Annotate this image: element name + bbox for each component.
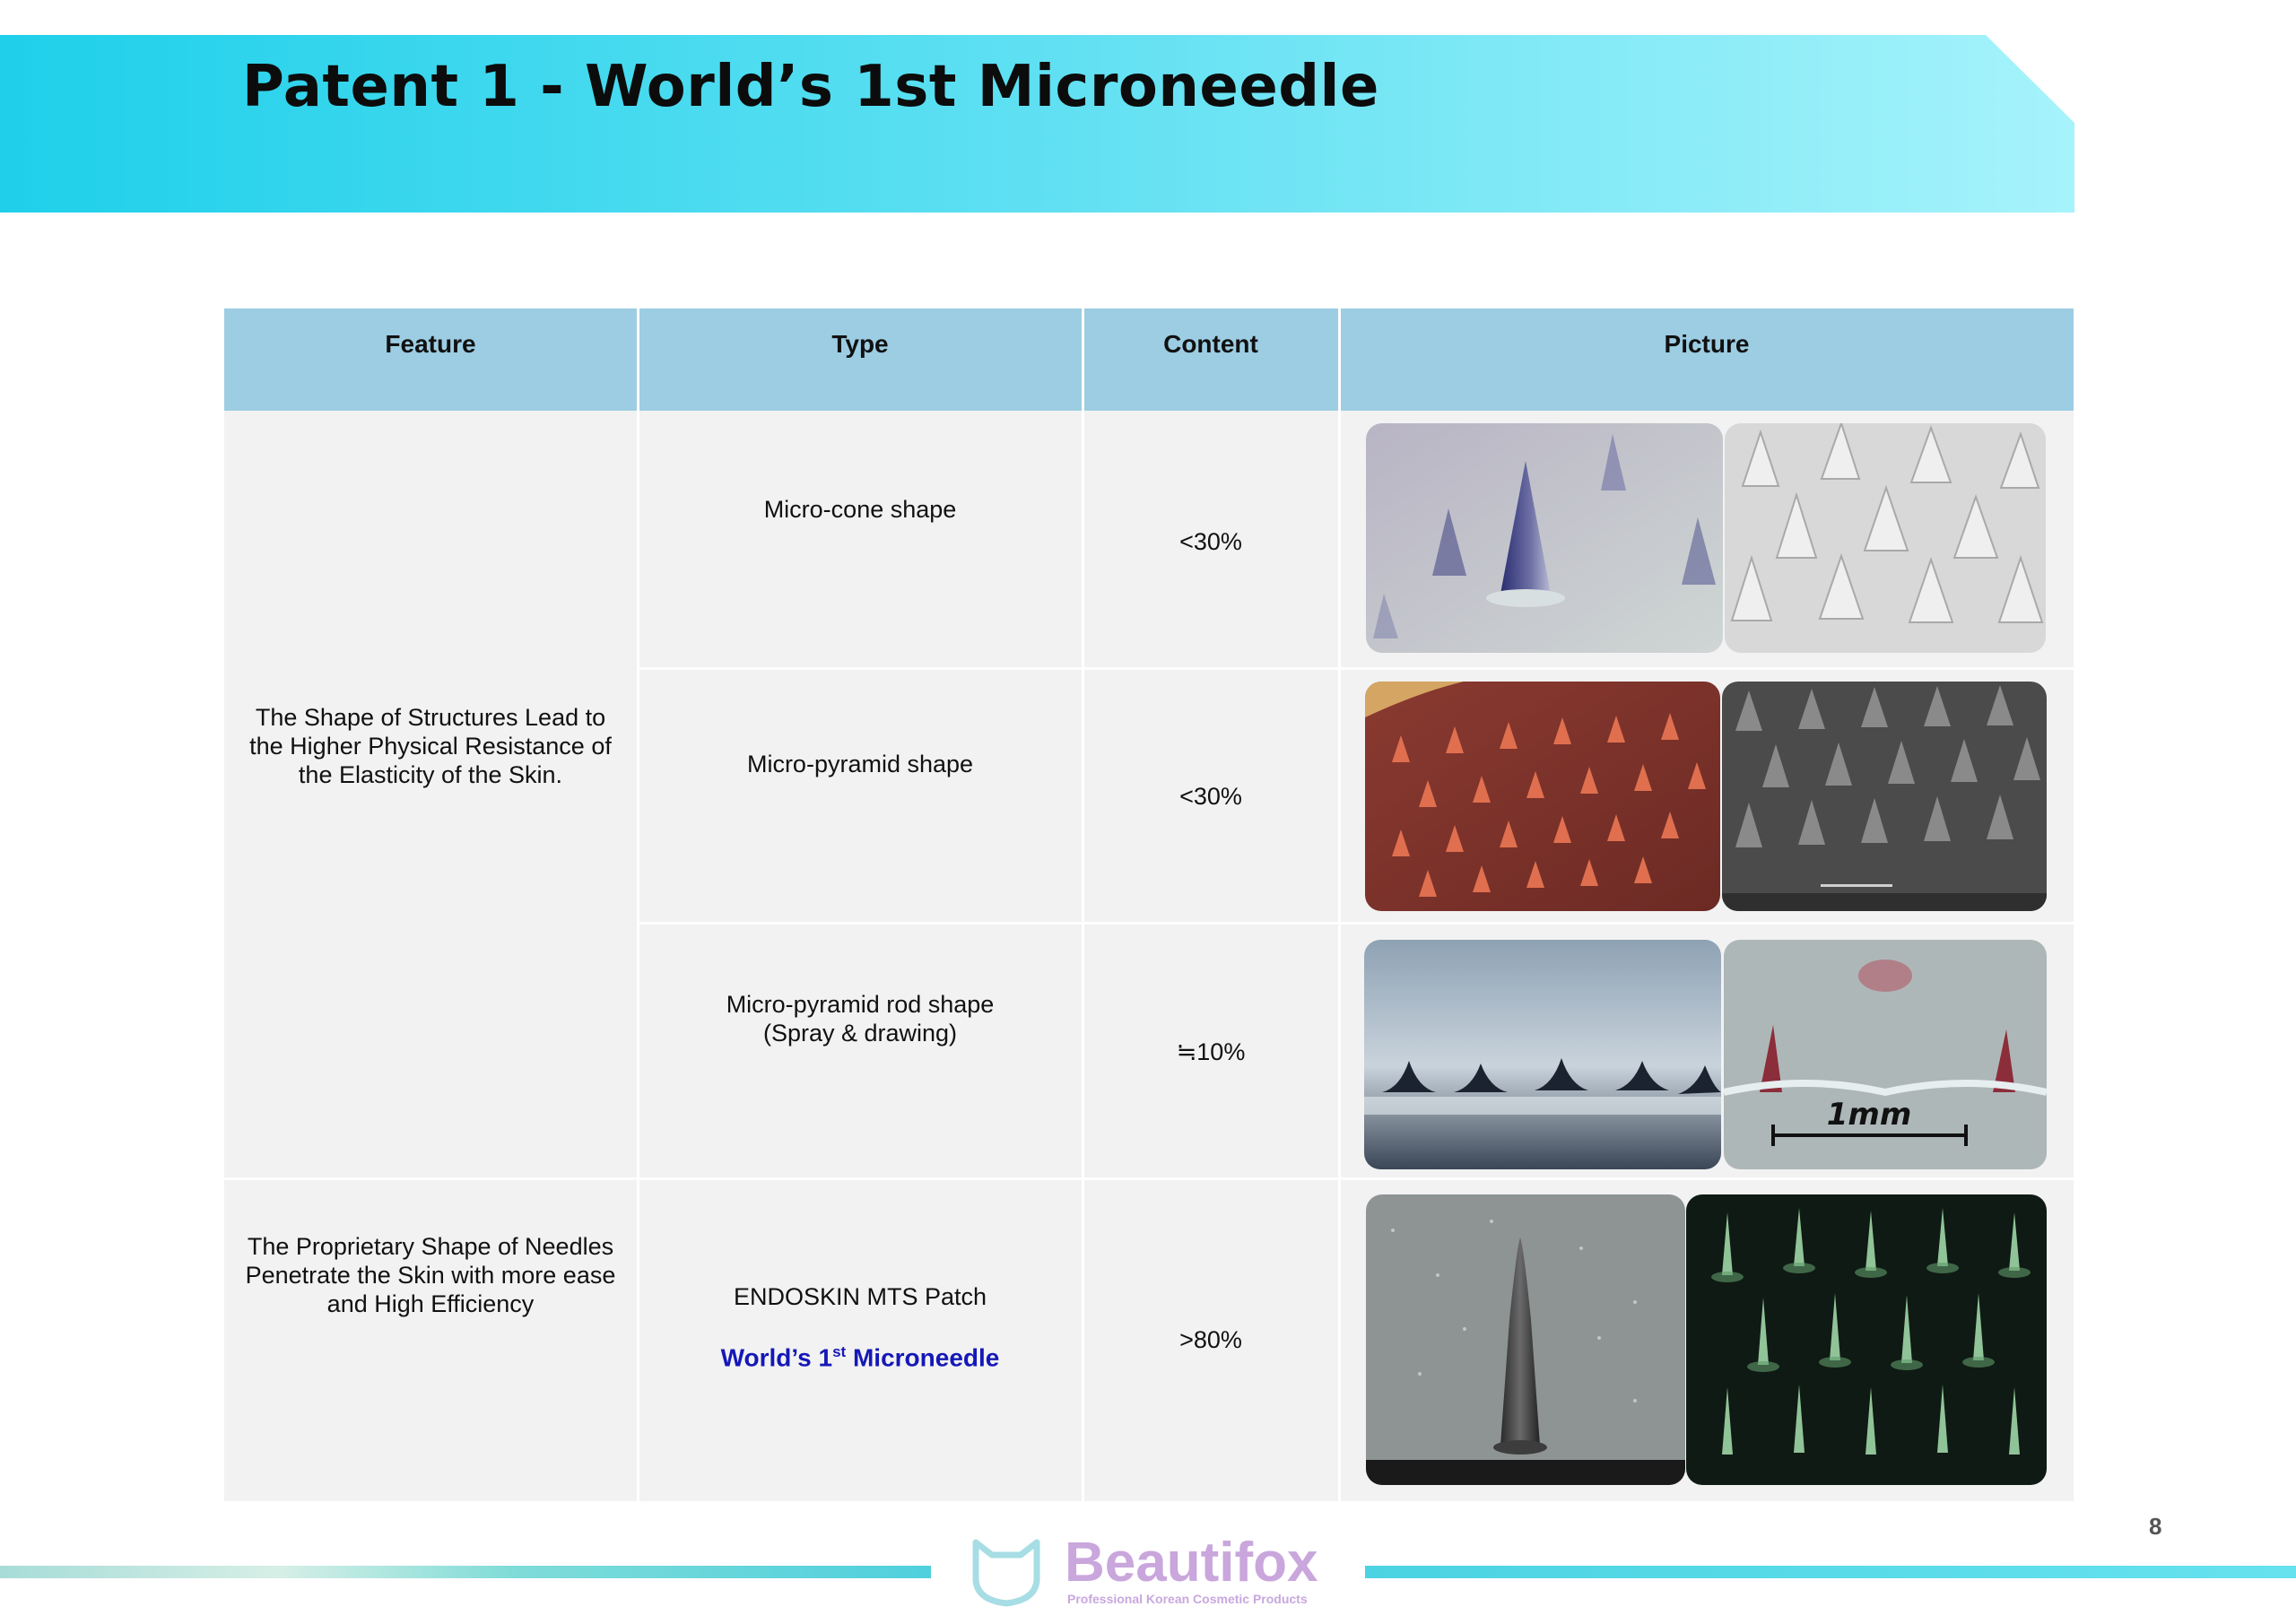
endoskin-sem-photo (1366, 1194, 1685, 1485)
micro-cone-photo (1366, 423, 1723, 653)
highlight-text: World’s 1st Microneedle (721, 1338, 1000, 1372)
page-title: Patent 1 - World’s 1st Microneedle (242, 54, 1379, 120)
header-picture: Picture (1340, 308, 2074, 411)
type-text: Micro-pyramid rod shape (726, 991, 995, 1018)
page-number: 8 (2149, 1513, 2162, 1540)
micro-rod-scale-photo: 1mm (1724, 940, 2047, 1169)
content-value: <30% (1179, 783, 1242, 810)
feature-text: The Proprietary Shape of Needles Penetra… (245, 1233, 616, 1317)
feature-text: The Shape of Structures Lead to the High… (249, 704, 612, 788)
feature-cell-1: The Shape of Structures Lead to the High… (242, 703, 619, 811)
footer-line-right (1365, 1566, 2296, 1578)
micro-rod-photo (1364, 940, 1721, 1169)
content-cell-2: <30% (1083, 782, 1338, 811)
content-cell-1: <30% (1083, 527, 1338, 556)
divider (224, 1177, 2074, 1180)
type-cell-2: Micro-pyramid shape (639, 750, 1082, 778)
type-cell-4: ENDOSKIN MTS Patch World’s 1st Microneed… (639, 1282, 1082, 1372)
type-cell-1: Micro-cone shape (639, 495, 1082, 524)
header-content: Content (1083, 308, 1338, 411)
micro-pyramid-photo (1365, 682, 1720, 911)
content-cell-3: ≒10% (1083, 1038, 1338, 1066)
type-text: Micro-cone shape (763, 496, 957, 523)
feature-cell-2: The Proprietary Shape of Needles Penetra… (242, 1232, 619, 1340)
micro-cone-sem-photo (1725, 423, 2046, 653)
content-cell-4: >80% (1083, 1325, 1338, 1354)
type-cell-3: Micro-pyramid rod shape (Spray & drawing… (639, 990, 1082, 1047)
highlight-suffix: Microneedle (846, 1343, 1000, 1372)
divider (1082, 308, 1084, 1501)
type-subtext: (Spray & drawing) (762, 1020, 958, 1046)
header-type: Type (639, 308, 1082, 411)
footer-line-left (0, 1566, 931, 1578)
fox-logo-icon (972, 1539, 1040, 1607)
divider (637, 922, 2074, 925)
patent-table: Feature Type Content Picture The Shape o… (224, 308, 2074, 1501)
highlight-sup: st (832, 1343, 847, 1360)
highlight-prefix: World’s 1 (720, 1343, 833, 1372)
brand-name: Beautifox (1065, 1532, 1318, 1594)
type-text: Micro-pyramid shape (746, 751, 974, 777)
divider (637, 667, 2074, 670)
content-value: >80% (1179, 1326, 1242, 1353)
scale-label: 1mm (1827, 1097, 1912, 1133)
endoskin-array-photo (1686, 1194, 2047, 1485)
header-feature: Feature (224, 308, 637, 411)
micro-pyramid-sem-photo (1722, 682, 2047, 911)
content-value: <30% (1179, 528, 1242, 555)
divider (1338, 308, 1341, 1501)
brand-tagline: Professional Korean Cosmetic Products (1067, 1592, 1308, 1606)
type-text: ENDOSKIN MTS Patch (733, 1283, 987, 1310)
content-value: ≒10% (1176, 1038, 1246, 1065)
